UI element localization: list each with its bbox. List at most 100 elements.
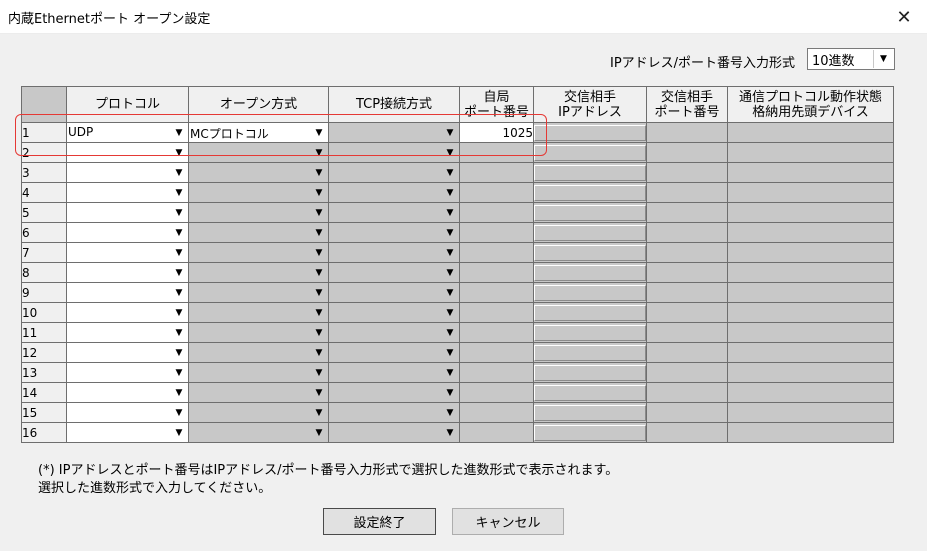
chevron-down-icon[interactable]: ▼ xyxy=(170,224,188,242)
header-local-port-line2: ポート番号 xyxy=(463,104,529,120)
protocol-combo[interactable]: ▼ xyxy=(66,382,189,403)
chevron-down-icon[interactable]: ▼ xyxy=(170,324,188,342)
protocol-combo[interactable]: ▼ xyxy=(66,402,189,423)
remote-port-field xyxy=(646,122,728,143)
close-button[interactable]: ✕ xyxy=(881,0,927,34)
chevron-down-icon: ▼ xyxy=(446,407,454,418)
chevron-down-icon[interactable]: ▼ xyxy=(170,144,188,162)
protocol-combo[interactable]: ▼ xyxy=(66,302,189,323)
remote-port-field xyxy=(646,142,728,163)
chevron-down-icon: ▼ xyxy=(315,307,323,318)
local-port-field xyxy=(459,202,534,223)
tcp-method-combo: ▼ xyxy=(328,242,460,263)
table-row: 5 ▼ ▼ ▼ xyxy=(21,202,894,223)
table-row: 3 ▼ ▼ ▼ xyxy=(21,162,894,183)
header-remote-port: 交信相手 ポート番号 xyxy=(646,86,728,123)
row-number-text: 11 xyxy=(22,325,38,340)
status-device-field xyxy=(727,422,894,443)
protocol-combo[interactable]: ▼ xyxy=(66,422,189,443)
remote-ip-button xyxy=(534,124,646,141)
table-row: 9 ▼ ▼ ▼ xyxy=(21,282,894,303)
chevron-down-icon[interactable]: ▼ xyxy=(170,284,188,302)
remote-port-field xyxy=(646,162,728,183)
tcp-method-combo: ▼ xyxy=(328,142,460,163)
chevron-down-icon[interactable]: ▼ xyxy=(170,184,188,202)
chevron-down-icon: ▼ xyxy=(315,207,323,218)
tcp-method-combo: ▼ xyxy=(328,262,460,283)
chevron-down-icon[interactable]: ▼ xyxy=(170,164,188,182)
table-row: 6 ▼ ▼ ▼ xyxy=(21,222,894,243)
header-remote-ip: 交信相手 IPアドレス xyxy=(533,86,647,123)
chevron-down-icon[interactable]: ▼ xyxy=(170,344,188,362)
chevron-down-icon[interactable]: ▼ xyxy=(170,204,188,222)
chevron-down-icon[interactable]: ▼ xyxy=(170,384,188,402)
header-remote-ip-line1: 交信相手 xyxy=(563,89,616,105)
chevron-down-icon: ▼ xyxy=(446,127,454,138)
protocol-combo[interactable]: ▼ xyxy=(66,322,189,343)
protocol-combo[interactable]: ▼ xyxy=(66,342,189,363)
open-method-combo[interactable]: MCプロトコル ▼ xyxy=(188,122,329,143)
row-number: 7 xyxy=(21,242,67,263)
row-number: 9 xyxy=(21,282,67,303)
chevron-down-icon: ▼ xyxy=(446,267,454,278)
chevron-down-icon: ▼ xyxy=(315,427,323,438)
row-number-text: 1 xyxy=(22,125,30,140)
input-format-select[interactable]: 10進数 ▼ xyxy=(807,48,895,70)
chevron-down-icon: ▼ xyxy=(315,327,323,338)
remote-ip-field xyxy=(533,402,647,423)
remote-port-field xyxy=(646,222,728,243)
table-body: 1 UDP ▼ MCプロトコル ▼ ▼ 1025 2 ▼ ▼ ▼ 3 ▼ ▼ ▼ 4 ▼ ▼ ▼ 5 ▼ ▼ ▼ 6 ▼ ▼ ▼ 7 ▼… xyxy=(21,122,894,443)
protocol-combo[interactable]: ▼ xyxy=(66,162,189,183)
remote-port-field xyxy=(646,202,728,223)
status-device-field xyxy=(727,362,894,383)
chevron-down-icon: ▼ xyxy=(446,427,454,438)
chevron-down-icon: ▼ xyxy=(446,287,454,298)
table-row: 10 ▼ ▼ ▼ xyxy=(21,302,894,323)
protocol-combo[interactable]: ▼ xyxy=(66,362,189,383)
open-method-combo: ▼ xyxy=(188,262,329,283)
cancel-button[interactable]: キャンセル xyxy=(452,508,564,535)
remote-port-field xyxy=(646,362,728,383)
chevron-down-icon: ▼ xyxy=(446,387,454,398)
open-method-combo: ▼ xyxy=(188,342,329,363)
protocol-combo[interactable]: ▼ xyxy=(66,262,189,283)
protocol-combo[interactable]: ▼ xyxy=(66,182,189,203)
chevron-down-icon: ▼ xyxy=(446,227,454,238)
remote-port-field xyxy=(646,302,728,323)
finish-settings-button[interactable]: 設定終了 xyxy=(323,508,436,535)
open-method-combo: ▼ xyxy=(188,302,329,323)
open-method-value: MCプロトコル xyxy=(190,127,269,141)
remote-ip-button xyxy=(534,324,646,341)
remote-ip-field xyxy=(533,162,647,183)
chevron-down-icon: ▼ xyxy=(315,407,323,418)
chevron-down-icon[interactable]: ▼ xyxy=(873,50,893,68)
remote-port-field xyxy=(646,422,728,443)
open-method-combo: ▼ xyxy=(188,322,329,343)
chevron-down-icon[interactable]: ▼ xyxy=(170,424,188,442)
chevron-down-icon[interactable]: ▼ xyxy=(170,124,188,142)
input-format-label: IPアドレス/ポート番号入力形式 xyxy=(610,56,796,71)
local-port-field xyxy=(459,182,534,203)
chevron-down-icon[interactable]: ▼ xyxy=(170,364,188,382)
status-device-field xyxy=(727,122,894,143)
chevron-down-icon[interactable]: ▼ xyxy=(170,404,188,422)
chevron-down-icon[interactable]: ▼ xyxy=(170,264,188,282)
table-row: 13 ▼ ▼ ▼ xyxy=(21,362,894,383)
tcp-method-combo: ▼ xyxy=(328,302,460,323)
protocol-combo[interactable]: ▼ xyxy=(66,142,189,163)
protocol-combo[interactable]: ▼ xyxy=(66,202,189,223)
chevron-down-icon[interactable]: ▼ xyxy=(170,304,188,322)
protocol-combo[interactable]: ▼ xyxy=(66,282,189,303)
chevron-down-icon[interactable]: ▼ xyxy=(310,124,328,142)
remote-ip-button xyxy=(534,144,646,161)
header-status-device: 通信プロトコル動作状態 格納用先頭デバイス xyxy=(727,86,894,123)
protocol-combo[interactable]: ▼ xyxy=(66,242,189,263)
row-number: 6 xyxy=(21,222,67,243)
remote-ip-button xyxy=(534,304,646,321)
protocol-combo[interactable]: ▼ xyxy=(66,222,189,243)
tcp-method-combo: ▼ xyxy=(328,322,460,343)
protocol-combo[interactable]: UDP ▼ xyxy=(66,122,189,143)
chevron-down-icon[interactable]: ▼ xyxy=(170,244,188,262)
local-port-field[interactable]: 1025 xyxy=(459,122,534,143)
header-remote-port-line1: 交信相手 xyxy=(660,89,713,105)
